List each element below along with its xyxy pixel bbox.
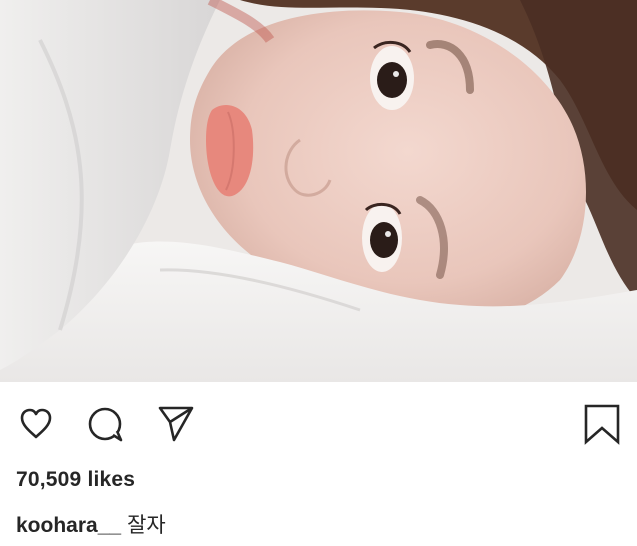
post-photo[interactable] xyxy=(0,0,637,382)
post-caption: koohara__ 잘자 xyxy=(16,509,166,539)
comment-bubble-icon[interactable] xyxy=(86,404,126,444)
likes-count[interactable]: 70,509 likes xyxy=(16,468,135,492)
caption-username[interactable]: koohara__ xyxy=(16,514,121,537)
instagram-post: 70,509 likes koohara__ 잘자 xyxy=(0,0,637,546)
bookmark-outline-icon[interactable] xyxy=(583,403,621,445)
caption-text: 잘자 xyxy=(127,513,166,537)
heart-outline-icon[interactable] xyxy=(16,404,56,444)
paper-plane-icon[interactable] xyxy=(156,402,196,444)
